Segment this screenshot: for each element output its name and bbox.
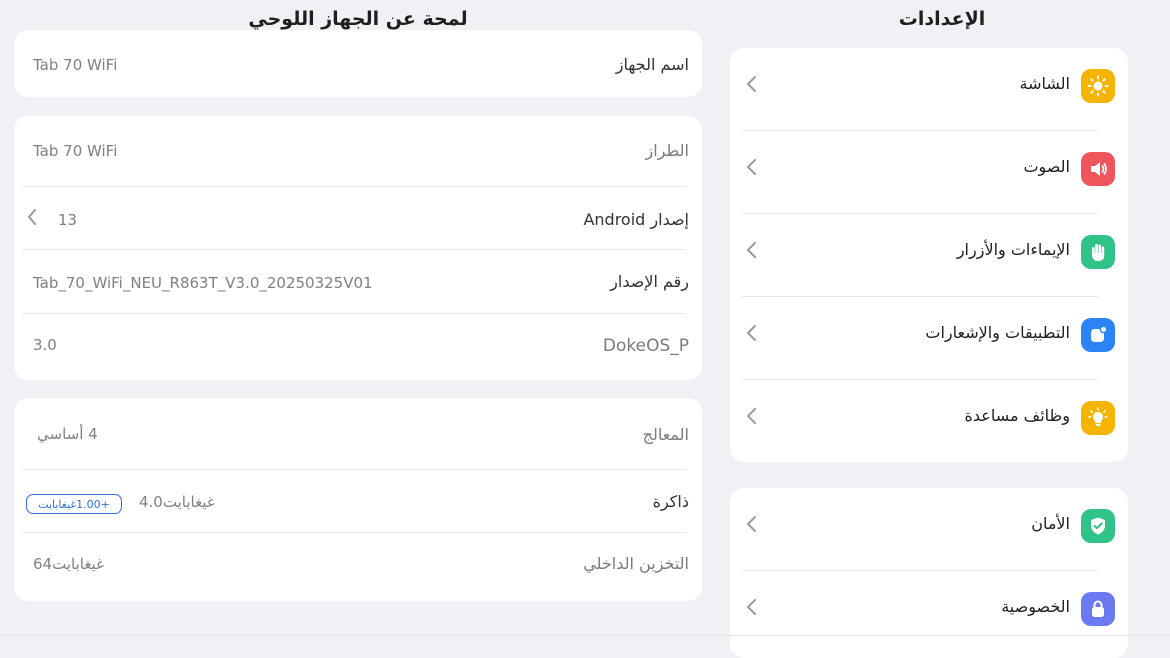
settings-item-privacy[interactable]: الخصوصية [730, 571, 1128, 654]
about-tablet-pane: لمحة عن الجهاز اللوحي اسم الجهاز Tab 70 … [0, 0, 716, 640]
chevron-left-icon [747, 599, 756, 615]
settings-item-security[interactable]: الأمان [730, 488, 1128, 571]
settings-group-security: الأمان الخصوصية [730, 488, 1128, 658]
settings-title: الإعدادات [898, 8, 986, 30]
build-number-row[interactable]: رقم الإصدار Tab_70_WiFi_NEU_R863T_V3.0_2… [14, 250, 702, 314]
settings-item-label: الشاشة [1019, 74, 1070, 93]
settings-item-label: الأمان [1031, 514, 1070, 533]
storage-row: التخزين الداخلي 64غيغابايت [14, 533, 702, 601]
lock-icon [1081, 592, 1115, 626]
about-title: لمحة عن الجهاز اللوحي [248, 8, 468, 30]
chevron-left-icon [747, 159, 756, 175]
processor-row: المعالج 4 أساسي [14, 398, 702, 470]
model-row: الطراز Tab 70 WiFi [14, 116, 702, 187]
chevron-left-icon [747, 76, 756, 92]
device-name-card: اسم الجهاز Tab 70 WiFi [14, 30, 702, 97]
settings-pane: الإعدادات الشاشة الصوت الإيماءات والأزرا… [730, 0, 1128, 658]
storage-value: 64غيغابايت [33, 555, 104, 573]
chevron-left-icon [28, 209, 36, 225]
software-info-card: الطراز Tab 70 WiFi إصدار Android 13 رقم … [14, 116, 702, 380]
app-notification-icon [1081, 318, 1115, 352]
build-number-value: Tab_70_WiFi_NEU_R863T_V3.0_20250325V01 [33, 274, 373, 292]
settings-item-label: الإيماءات والأزرار [956, 240, 1070, 259]
android-version-row[interactable]: إصدار Android 13 [14, 187, 702, 250]
settings-item-label: الصوت [1023, 157, 1070, 176]
settings-group-general: الشاشة الصوت الإيماءات والأزرار التطبيقا… [730, 48, 1128, 462]
hand-icon [1081, 235, 1115, 269]
android-version-value: 13 [58, 211, 78, 229]
os-version-row: DokeOS_P 3.0 [14, 314, 702, 380]
build-number-label: رقم الإصدار [610, 272, 689, 291]
chevron-left-icon [747, 242, 756, 258]
speaker-icon [1081, 152, 1115, 186]
chevron-left-icon [747, 516, 756, 532]
chevron-left-icon [747, 408, 756, 424]
hardware-info-card: المعالج 4 أساسي ذاكرة 4.0غيغابايت +1.00غ… [14, 398, 702, 601]
memory-label: ذاكرة [652, 492, 689, 511]
settings-item-display[interactable]: الشاشة [730, 48, 1128, 131]
sun-icon [1081, 69, 1115, 103]
device-name-value: Tab 70 WiFi [33, 56, 118, 74]
device-name-label: اسم الجهاز [615, 55, 689, 74]
device-name-row[interactable]: اسم الجهاز Tab 70 WiFi [14, 30, 702, 97]
settings-item-sound[interactable]: الصوت [730, 131, 1128, 214]
os-version-value: 3.0 [33, 336, 57, 354]
chevron-left-icon [747, 325, 756, 341]
processor-value: 4 أساسي [37, 425, 98, 443]
settings-item-apps-notifications[interactable]: التطبيقات والإشعارات [730, 297, 1128, 380]
storage-label: التخزين الداخلي [583, 554, 689, 573]
settings-item-label: وظائف مساعدة [964, 406, 1070, 425]
bottom-divider [0, 635, 1170, 636]
android-version-label: إصدار Android [583, 210, 689, 229]
model-label: الطراز [645, 141, 689, 160]
shield-check-icon [1081, 509, 1115, 543]
memory-value: 4.0غيغابايت [139, 493, 215, 511]
processor-label: المعالج [642, 425, 689, 444]
memory-extension-badge[interactable]: +1.00غيغابايت [26, 494, 122, 514]
model-value: Tab 70 WiFi [33, 142, 118, 160]
settings-item-assistive[interactable]: وظائف مساعدة [730, 380, 1128, 463]
settings-item-label: التطبيقات والإشعارات [925, 323, 1070, 342]
os-version-label: DokeOS_P [602, 336, 689, 356]
settings-item-label: الخصوصية [1001, 597, 1070, 616]
settings-item-gestures[interactable]: الإيماءات والأزرار [730, 214, 1128, 297]
lightbulb-icon [1081, 401, 1115, 435]
